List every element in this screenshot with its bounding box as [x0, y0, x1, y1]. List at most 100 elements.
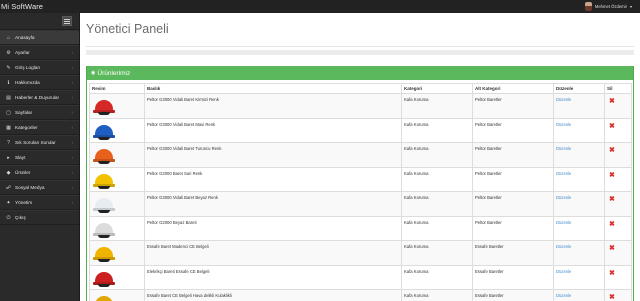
product-title: Essafe Baret CE Belgeli Hava delikli Kul… — [144, 289, 402, 301]
helmet-image[interactable] — [93, 243, 115, 263]
delete-icon[interactable]: ✖ — [606, 169, 630, 179]
product-subcategory: Peltor Baretler — [472, 142, 554, 168]
product-category: Kafa Koruma — [401, 117, 473, 143]
delete-icon[interactable]: ✖ — [606, 267, 630, 277]
sidebar-item[interactable]: ⚙ Ayarlar ‹ — [0, 45, 79, 60]
product-subcategory: Essafe Baretler — [472, 240, 554, 266]
edit-link[interactable]: Düzenle — [553, 93, 605, 119]
sidebar-item[interactable]: ☍ Sosyal Medya ‹ — [0, 180, 79, 195]
chevron-left-icon: ‹ — [71, 50, 74, 55]
info-icon: ℹ — [7, 79, 10, 86]
product-image-cell — [89, 215, 145, 241]
main-content: Yönetici Paneli ◉ Ürünlerimiz Resim Basl… — [80, 13, 640, 301]
sidebar-item[interactable]: ✦ Yönetim ‹ — [0, 195, 79, 210]
product-subcategory: Essafe Baretler — [472, 264, 554, 290]
table-row: Essafe Baret CE Belgeli Hava delikli Kul… — [89, 289, 632, 301]
col-header-image: Resim — [89, 83, 145, 94]
product-subcategory: Essafe Baretler — [472, 289, 554, 301]
product-subcategory: Peltor Baretler — [472, 166, 554, 192]
delete-icon[interactable]: ✖ — [606, 242, 630, 252]
edit-link[interactable]: Düzenle — [553, 289, 605, 301]
table-row: Peltor G2000 Baret Sari Renk Kafa Koruma P… — [89, 166, 632, 192]
delete-icon[interactable]: ✖ — [606, 95, 630, 105]
product-subcategory: Peltor Baretler — [472, 215, 554, 241]
helmet-image[interactable] — [93, 170, 115, 190]
helmet-image[interactable] — [93, 121, 115, 141]
edit-link[interactable]: Düzenle — [553, 166, 605, 192]
sidebar-item[interactable]: ▢ Sayfalar ‹ — [0, 105, 79, 120]
edit-link[interactable]: Düzenle — [553, 240, 605, 266]
settings-icon: ⚙ — [6, 49, 11, 56]
sidebar-item[interactable]: ◆ Ürünler ‹ — [0, 165, 79, 180]
log-icon: ✎ — [6, 64, 11, 71]
product-image-cell — [89, 93, 145, 119]
sidebar-item-label: Sık Sorulan Sorular — [15, 140, 56, 145]
chevron-left-icon: ‹ — [71, 200, 74, 205]
sidebar-item[interactable]: ▦ Kategoriler ‹ — [0, 120, 79, 135]
sidebar-item[interactable]: ⏻ Çıkış — [0, 210, 79, 225]
product-title: Peltor G3000 Vidali Baret Turuncu Renk — [144, 142, 402, 168]
title-divider — [86, 46, 634, 47]
product-category: Kafa Koruma — [401, 240, 473, 266]
product-image-cell — [89, 289, 145, 301]
delete-icon[interactable]: ✖ — [606, 291, 630, 301]
news-icon: ▤ — [6, 94, 11, 101]
brand-logo[interactable]: Mi SoftWare — [0, 0, 43, 13]
chevron-left-icon: ‹ — [71, 125, 74, 130]
top-navbar: Mi SoftWare Mehmet Özdemir ▾ — [0, 0, 640, 13]
edit-link[interactable]: Düzenle — [553, 117, 605, 143]
product-title: Essafe Baret Madenci CE Belgeli — [144, 240, 402, 266]
delete-cell: ✖ — [604, 117, 632, 143]
delete-icon[interactable]: ✖ — [606, 218, 630, 228]
delete-cell: ✖ — [604, 142, 632, 168]
products-table: Resim Baslık Kategori Alt Kategori Düzen… — [89, 83, 632, 301]
product-category: Kafa Koruma — [401, 264, 473, 290]
sidebar-item-label: Sosyal Medya — [15, 185, 45, 190]
product-icon: ◆ — [6, 169, 11, 176]
sidebar-item[interactable]: ℹ Hakkımızda ‹ — [0, 75, 79, 90]
sidebar-item-label: Ayarlar — [15, 50, 30, 55]
table-row: Peltor G3000 Vidali Baret Kirmizi Renk Ka… — [89, 93, 632, 119]
edit-link[interactable]: Düzenle — [553, 142, 605, 168]
product-title: Peltor G3000 Vidali Baret Beyaz Renk — [144, 191, 402, 217]
helmet-image[interactable] — [93, 145, 115, 165]
delete-icon[interactable]: ✖ — [606, 193, 630, 203]
sidebar-item[interactable]: ▸ Slayt ‹ — [0, 150, 79, 165]
sidebar-item[interactable]: ✎ Giriş Logları ‹ — [0, 60, 79, 75]
sidebar-item-label: Çıkış — [15, 215, 26, 220]
helmet-image[interactable] — [93, 292, 115, 301]
sidebar-item-label: Ürünler — [15, 170, 31, 175]
chevron-left-icon: ‹ — [71, 110, 74, 115]
product-category: Kafa Koruma — [401, 93, 473, 119]
table-row: Peltor G3000 Vidali Baret Mavi Renk Kafa … — [89, 117, 632, 143]
helmet-image[interactable] — [93, 194, 115, 214]
page-title: Yönetici Paneli — [86, 22, 169, 36]
table-row: Peltor G3000 Vidali Baret Beyaz Renk Kafa… — [89, 191, 632, 217]
product-image-cell — [89, 191, 145, 217]
edit-link[interactable]: Düzenle — [553, 264, 605, 290]
edit-link[interactable]: Düzenle — [553, 215, 605, 241]
product-title: Peltor G3000 Vidali Baret Mavi Renk — [144, 117, 402, 143]
helmet-image[interactable] — [93, 96, 115, 116]
helmet-image[interactable] — [93, 219, 115, 239]
sidebar-item[interactable]: ▤ Haberler & Duyurular ‹ — [0, 90, 79, 105]
delete-icon[interactable]: ✖ — [606, 144, 630, 154]
table-row: Peltor G3000 Vidali Baret Turuncu Renk Ka… — [89, 142, 632, 168]
chevron-left-icon: ‹ — [71, 65, 74, 70]
product-title: Peltor G3000 Vidali Baret Kirmizi Renk — [144, 93, 402, 119]
helmet-image[interactable] — [93, 268, 115, 288]
product-image-cell — [89, 264, 145, 290]
sidebar-item-label: Slayt — [15, 155, 26, 160]
home-icon: ⌂ — [6, 34, 11, 41]
sidebar-item-label: Haberler & Duyurular — [15, 95, 60, 100]
sidebar-item[interactable]: ? Sık Sorulan Sorular ‹ — [0, 135, 79, 150]
user-menu[interactable]: Mehmet Özdemir ▾ — [584, 0, 632, 13]
product-category: Kafa Koruma — [401, 289, 473, 301]
user-name: Mehmet Özdemir — [594, 4, 627, 9]
delete-icon[interactable]: ✖ — [606, 120, 630, 130]
eye-icon: ◉ — [91, 70, 96, 76]
menu-toggle-icon[interactable] — [62, 16, 72, 26]
sidebar-item[interactable]: ⌂ Anasayfa — [0, 30, 79, 45]
delete-cell: ✖ — [604, 264, 632, 290]
edit-link[interactable]: Düzenle — [553, 191, 605, 217]
